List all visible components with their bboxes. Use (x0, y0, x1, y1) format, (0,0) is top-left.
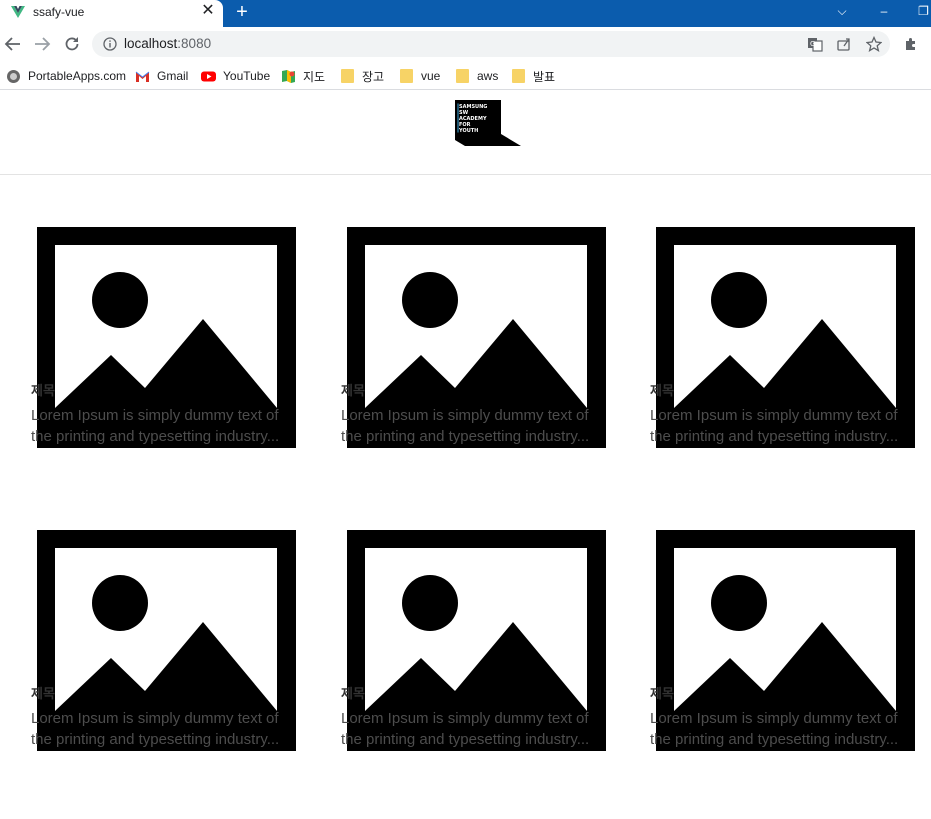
bookmark-label: aws (477, 69, 499, 83)
browser-toolbar: localhost:8080 G (0, 27, 931, 62)
folder-icon (341, 69, 354, 83)
bookmark-folder-aws[interactable]: aws (456, 66, 498, 86)
card-title: 제목 (650, 686, 674, 701)
page-content: SAMSUNG SW ACADEMY FOR YOUTH 제목 Lorem Ips… (0, 91, 931, 819)
share-icon[interactable] (836, 36, 852, 52)
tab-search-dropdown-icon[interactable]: ⌵ (832, 0, 852, 22)
bookmarks-bar: PortableApps.com Gmail YouTube 지도 장고 vue… (0, 62, 931, 90)
folder-icon (456, 69, 469, 83)
bookmark-maps[interactable]: 지도 (281, 66, 325, 86)
url-host: localhost (124, 36, 178, 51)
card-title: 제목 (31, 686, 55, 701)
folder-icon (400, 69, 413, 83)
bookmark-label: 발표 (533, 69, 556, 84)
back-arrow-icon[interactable] (4, 35, 22, 53)
card-description-line-2: the printing and typesetting industry... (31, 731, 280, 748)
bookmark-folder-presentation[interactable]: 발표 (512, 66, 555, 86)
new-tab-button[interactable]: + (232, 1, 252, 23)
card-description-line-2: the printing and typesetting industry... (650, 428, 899, 445)
card-title: 제목 (341, 383, 365, 398)
card-description: Lorem Ipsum is simply dummy text of the p… (341, 708, 603, 750)
bookmark-label: 지도 (303, 69, 326, 84)
card-description-line-2: the printing and typesetting industry... (650, 731, 899, 748)
product-card[interactable]: 제목 Lorem Ipsum is simply dummy text of the… (650, 530, 930, 755)
card-description-line-1: Lorem Ipsum is simply dummy text of (341, 710, 589, 727)
restore-button[interactable]: ❐ (916, 0, 931, 22)
bookmark-label: PortableApps.com (28, 69, 127, 83)
ssafy-logo[interactable]: SAMSUNG SW ACADEMY FOR YOUTH (455, 100, 521, 146)
product-card[interactable]: 제목 Lorem Ipsum is simply dummy text of the… (31, 530, 311, 755)
url-text: localhost:8080 (124, 36, 211, 51)
translate-icon[interactable]: G (807, 36, 823, 52)
site-info-icon[interactable] (103, 37, 117, 51)
reload-icon[interactable] (63, 35, 81, 53)
card-description-line-2: the printing and typesetting industry... (31, 428, 280, 445)
tab-close-icon[interactable]: ✕ (199, 2, 217, 20)
folder-icon (512, 69, 525, 83)
product-card[interactable]: 제목 Lorem Ipsum is simply dummy text of the… (31, 227, 311, 452)
portableapps-icon (7, 69, 20, 83)
bookmark-label: 장고 (362, 69, 385, 84)
card-description: Lorem Ipsum is simply dummy text of the p… (650, 708, 912, 750)
url-port: :8080 (177, 36, 212, 51)
bookmark-folder-vue[interactable]: vue (400, 66, 440, 86)
card-description-line-1: Lorem Ipsum is simply dummy text of (31, 407, 279, 424)
bookmark-gmail[interactable]: Gmail (135, 66, 188, 86)
bookmark-label: YouTube (223, 69, 271, 83)
bookmark-portableapps[interactable]: PortableApps.com (6, 66, 126, 86)
card-description-line-1: Lorem Ipsum is simply dummy text of (341, 407, 589, 424)
minimize-button[interactable]: – (874, 0, 894, 22)
card-description-line-1: Lorem Ipsum is simply dummy text of (650, 407, 898, 424)
card-description: Lorem Ipsum is simply dummy text of the p… (31, 708, 293, 750)
card-description-line-1: Lorem Ipsum is simply dummy text of (650, 710, 898, 727)
card-description-line-1: Lorem Ipsum is simply dummy text of (31, 710, 279, 727)
card-title: 제목 (341, 686, 365, 701)
svg-text:G: G (810, 40, 815, 48)
card-title: 제목 (650, 383, 674, 398)
bookmark-youtube[interactable]: YouTube (201, 66, 270, 86)
address-bar[interactable]: localhost:8080 G (92, 31, 890, 57)
extensions-puzzle-icon[interactable] (903, 36, 919, 52)
card-description: Lorem Ipsum is simply dummy text of the p… (341, 405, 603, 447)
tab-strip: ssafy-vue ✕ + ⌵ – ❐ (0, 0, 931, 27)
gmail-icon (135, 71, 150, 82)
maps-icon (282, 69, 295, 83)
site-header: SAMSUNG SW ACADEMY FOR YOUTH (0, 91, 931, 175)
product-card[interactable]: 제목 Lorem Ipsum is simply dummy text of the… (341, 227, 621, 452)
logo-line-5: YOUTH (458, 128, 478, 134)
product-card[interactable]: 제목 Lorem Ipsum is simply dummy text of the… (650, 227, 930, 452)
card-description-line-2: the printing and typesetting industry... (341, 428, 590, 445)
bookmark-star-icon[interactable] (866, 36, 882, 52)
bookmark-folder-django[interactable]: 장고 (341, 66, 384, 86)
browser-tab[interactable]: ssafy-vue ✕ (0, 0, 223, 27)
bookmark-label: vue (421, 69, 441, 83)
tab-title: ssafy-vue (33, 5, 85, 19)
card-description-line-2: the printing and typesetting industry... (341, 731, 590, 748)
card-description: Lorem Ipsum is simply dummy text of the p… (650, 405, 912, 447)
vue-favicon-icon (11, 6, 25, 18)
bookmark-label: Gmail (157, 69, 189, 83)
forward-arrow-icon[interactable] (33, 35, 51, 53)
card-title: 제목 (31, 383, 55, 398)
youtube-icon (201, 71, 216, 81)
product-card[interactable]: 제목 Lorem Ipsum is simply dummy text of the… (341, 530, 621, 755)
card-description: Lorem Ipsum is simply dummy text of the p… (31, 405, 293, 447)
